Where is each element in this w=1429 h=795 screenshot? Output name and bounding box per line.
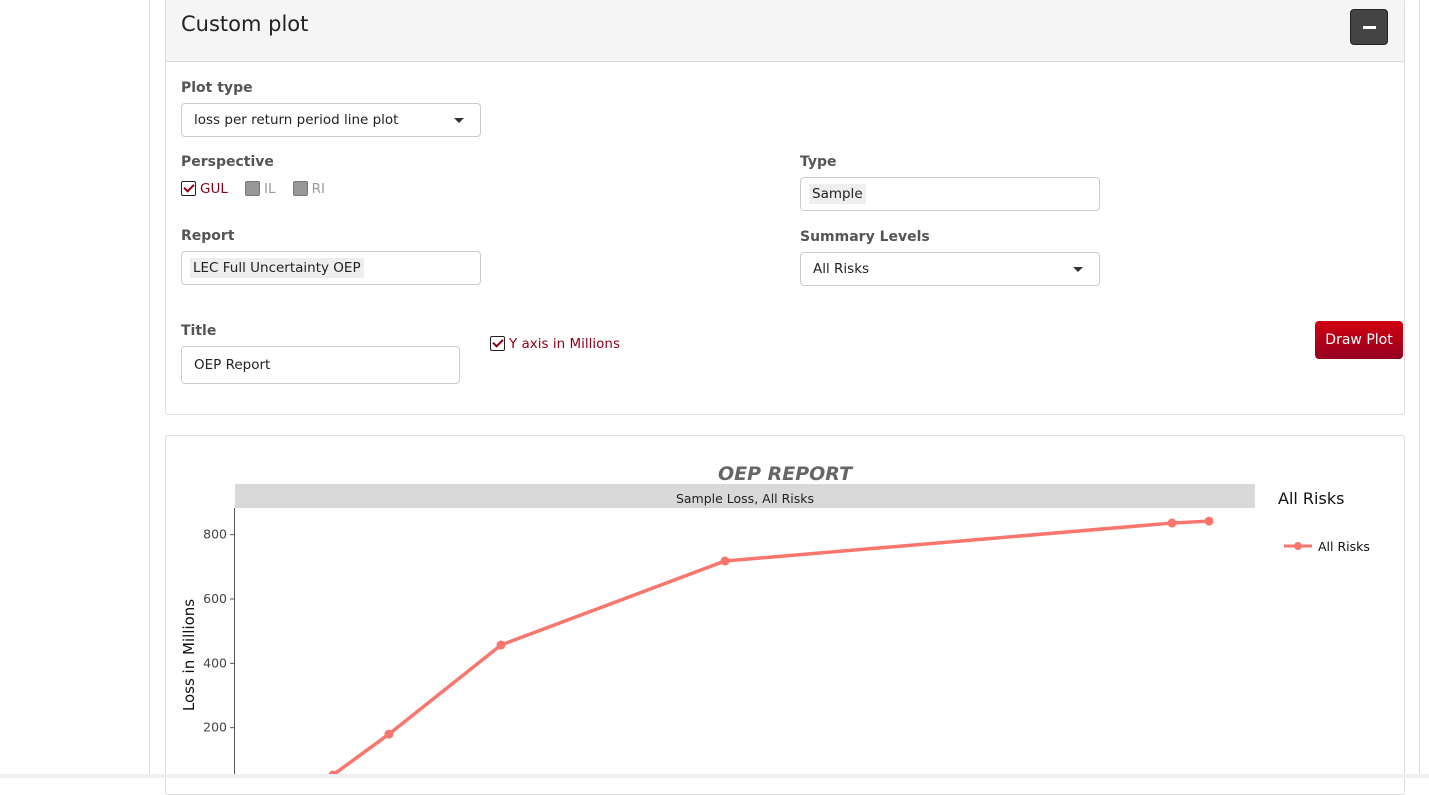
data-point [720,556,730,566]
series-line [331,519,1210,777]
data-point [1204,516,1214,526]
y-tick-label: 600 [203,591,227,606]
facet-label: Sample Loss, All Risks [676,491,814,506]
oep-chart: OEP REPORT Sample Loss, All Risks 200 400… [180,463,1370,778]
bottom-edge [0,774,1429,778]
y-tick-label: 200 [203,720,227,735]
y-tick-label: 800 [203,527,227,542]
chart-title: OEP REPORT [718,463,854,485]
data-point [1167,518,1177,528]
data-point [496,640,506,650]
legend-entry: All Risks [1318,539,1370,554]
y-axis-label: Loss in Millions [180,599,198,711]
legend-marker [1294,542,1302,550]
data-point [384,729,394,739]
legend-title: All Risks [1278,489,1344,508]
y-tick-label: 400 [203,655,227,670]
